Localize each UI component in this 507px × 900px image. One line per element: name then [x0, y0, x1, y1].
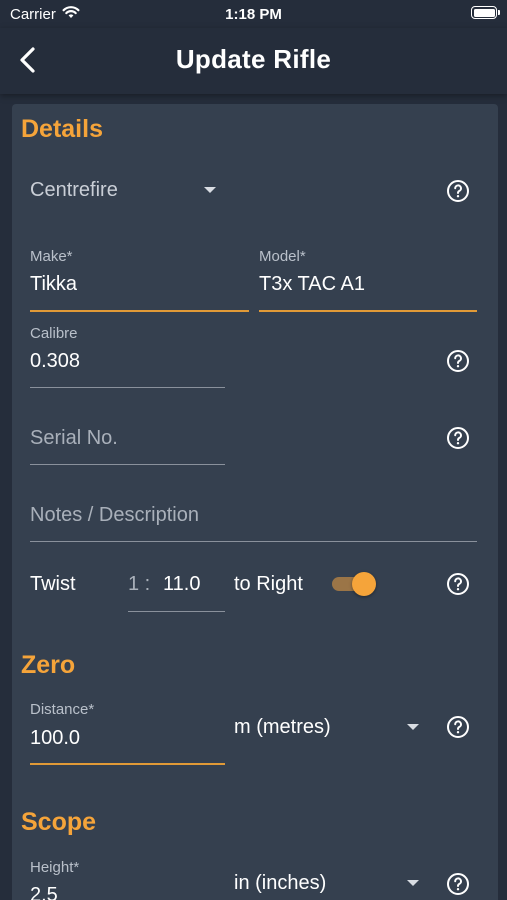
- clock: 1:18 PM: [225, 6, 282, 23]
- twist-direction-label: to Right: [234, 573, 303, 595]
- help-icon[interactable]: [446, 572, 470, 596]
- height-input[interactable]: 2.5: [30, 884, 58, 900]
- model-underline: [259, 310, 477, 312]
- twist-direction-toggle[interactable]: [330, 572, 376, 596]
- distance-label: Distance*: [30, 701, 95, 718]
- model-input[interactable]: T3x TAC A1: [259, 273, 365, 296]
- twist-rate-input[interactable]: 11.0: [163, 573, 200, 596]
- serial-underline: [30, 464, 225, 465]
- status-bar: Carrier 1:18 PM: [0, 0, 507, 28]
- help-icon[interactable]: [446, 715, 470, 739]
- chevron-down-icon: [204, 187, 216, 193]
- calibre-underline: [30, 387, 225, 388]
- make-input[interactable]: Tikka: [30, 273, 77, 296]
- app-bar: Update Rifle: [0, 28, 507, 94]
- twist-prefix: 1 :: [128, 573, 151, 595]
- twist-label: Twist: [30, 573, 76, 595]
- distance-underline: [30, 763, 225, 765]
- distance-input[interactable]: 100.0: [30, 727, 80, 750]
- calibre-input[interactable]: 0.308: [30, 350, 80, 373]
- serial-number-input[interactable]: Serial No.: [30, 427, 118, 450]
- form-card: [12, 104, 498, 900]
- page-title: Update Rifle: [175, 44, 332, 74]
- help-icon[interactable]: [446, 872, 470, 896]
- rifle-type-value: Centrefire: [30, 179, 118, 201]
- help-icon[interactable]: [446, 349, 470, 373]
- distance-unit-value: m (metres): [234, 716, 331, 738]
- help-icon[interactable]: [446, 179, 470, 203]
- toggle-knob: [352, 572, 376, 596]
- height-label: Height*: [30, 859, 80, 876]
- calibre-label: Calibre: [30, 325, 78, 342]
- battery-icon: [471, 6, 500, 19]
- scope-heading: Scope: [21, 808, 97, 836]
- help-icon[interactable]: [446, 426, 470, 450]
- chevron-down-icon: [407, 724, 419, 730]
- notes-input[interactable]: Notes / Description: [30, 504, 199, 527]
- height-unit-value: in (inches): [234, 872, 327, 894]
- chevron-down-icon: [407, 880, 419, 886]
- make-label: Make*: [30, 248, 73, 265]
- notes-underline: [30, 541, 477, 542]
- zero-heading: Zero: [21, 651, 76, 679]
- make-underline: [30, 310, 249, 312]
- model-label: Model*: [259, 248, 306, 265]
- distance-unit-dropdown[interactable]: m (metres): [234, 712, 424, 744]
- height-unit-dropdown[interactable]: in (inches): [234, 868, 424, 900]
- rifle-type-dropdown[interactable]: Centrefire: [30, 175, 225, 207]
- details-heading: Details: [21, 115, 103, 143]
- twist-underline: [128, 611, 225, 612]
